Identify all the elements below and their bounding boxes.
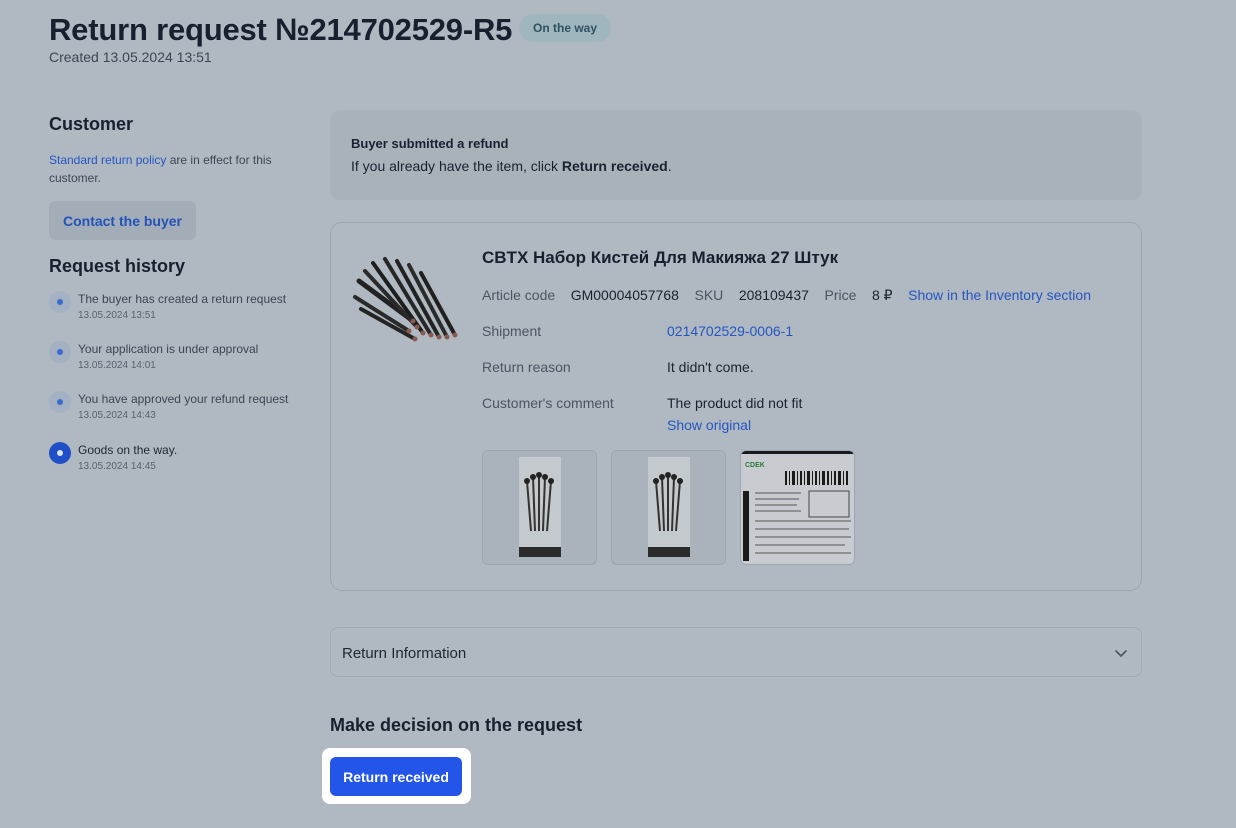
history-date: 13.05.2024 13:51 <box>78 310 156 321</box>
history-title: Request history <box>49 256 186 276</box>
created-date: Created 13.05.2024 13:51 <box>49 49 212 65</box>
status-badge: On the way <box>519 14 612 42</box>
price-value: 8 ₽ <box>871 287 893 303</box>
inventory-link[interactable]: Show in the Inventory section <box>908 287 1091 303</box>
page-title: Return request №214702529-R5 <box>49 12 513 47</box>
accordion-label: Return Information <box>342 645 467 662</box>
return-received-button[interactable]: Return received <box>330 757 462 796</box>
history-dot-icon <box>49 291 71 313</box>
article-label: Article code <box>482 287 556 303</box>
customer-photo[interactable] <box>482 450 597 565</box>
decision-title: Make decision on the request <box>330 715 583 735</box>
label-brand-text: CDEK <box>745 462 765 469</box>
product-meta-row: Article code GM00004057768 SKU 208109437… <box>482 287 1091 304</box>
history-date: 13.05.2024 14:43 <box>78 410 156 421</box>
return-info-accordion[interactable]: Return Information <box>330 627 1142 677</box>
comment-value: The product did not fit <box>667 395 803 411</box>
show-original-link[interactable]: Show original <box>667 417 751 433</box>
customer-title: Customer <box>49 114 134 134</box>
notice-text: If you already have the item, click Retu… <box>351 158 672 174</box>
contact-buyer-button[interactable]: Contact the buyer <box>49 201 196 240</box>
policy-text: Standard return policy are in effect for… <box>49 151 307 187</box>
shipping-label-photo[interactable]: CDEK <box>740 450 855 565</box>
history-dot-active-icon <box>49 442 71 464</box>
price-label: Price <box>824 287 857 303</box>
policy-link[interactable]: Standard return policy <box>49 153 166 167</box>
history-text: Your application is under approval <box>78 342 259 356</box>
product-title: CBTX Набор Кистей Для Макияжа 27 Штук <box>482 248 839 267</box>
shipment-link[interactable]: 0214702529-0006-1 <box>667 323 793 339</box>
comment-label: Customer's comment <box>482 395 614 411</box>
history-date: 13.05.2024 14:45 <box>78 461 156 472</box>
product-card: CBTX Набор Кистей Для Макияжа 27 Штук Ar… <box>330 222 1142 591</box>
product-image[interactable] <box>351 251 461 347</box>
reason-label: Return reason <box>482 359 571 375</box>
sku-label: SKU <box>694 287 724 303</box>
history-date: 13.05.2024 14:01 <box>78 360 156 371</box>
reason-value: It didn't come. <box>667 359 754 375</box>
history-dot-icon <box>49 341 71 363</box>
history-text: The buyer has created a return request <box>78 292 287 306</box>
notice-title: Buyer submitted a refund <box>351 136 509 151</box>
shipment-label: Shipment <box>482 323 542 339</box>
refund-notice: Buyer submitted a refund If you already … <box>330 110 1142 200</box>
history-text: You have approved your refund request <box>78 392 289 406</box>
chevron-down-icon <box>1115 650 1127 657</box>
sku-value: 208109437 <box>738 287 809 303</box>
article-value: GM00004057768 <box>570 287 679 303</box>
history-text: Goods on the way. <box>78 443 178 457</box>
history-dot-icon <box>49 391 71 413</box>
customer-photo[interactable] <box>611 450 726 565</box>
